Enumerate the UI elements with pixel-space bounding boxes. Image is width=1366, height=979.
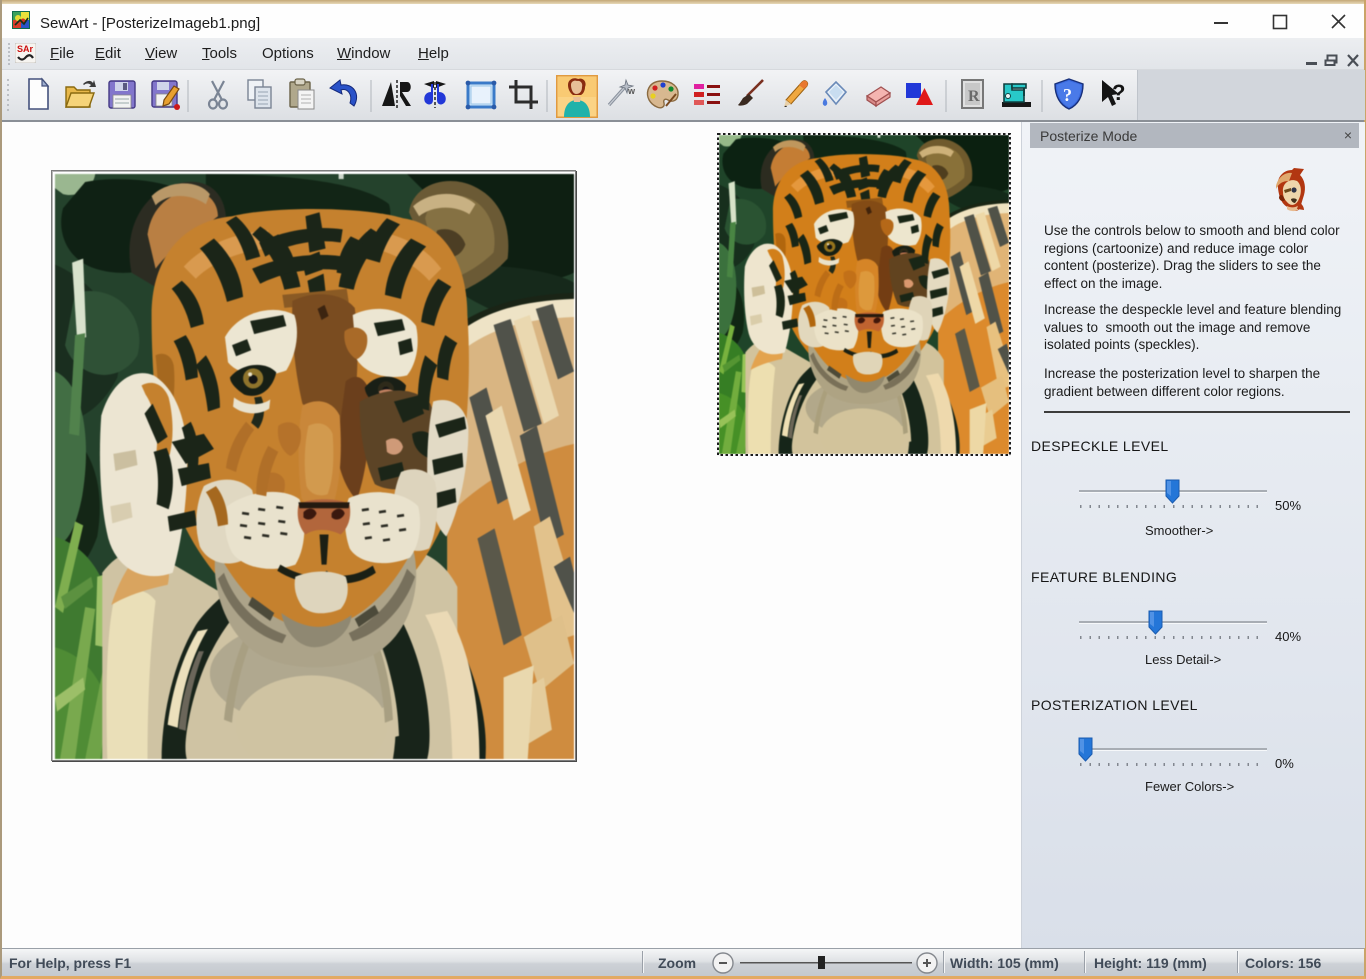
svg-text:?: ?	[1112, 80, 1125, 105]
svg-text:w: w	[627, 86, 636, 96]
svg-text:R: R	[968, 88, 980, 105]
svg-text:SAr: SAr	[17, 44, 34, 54]
svg-text:?: ?	[1063, 85, 1072, 105]
